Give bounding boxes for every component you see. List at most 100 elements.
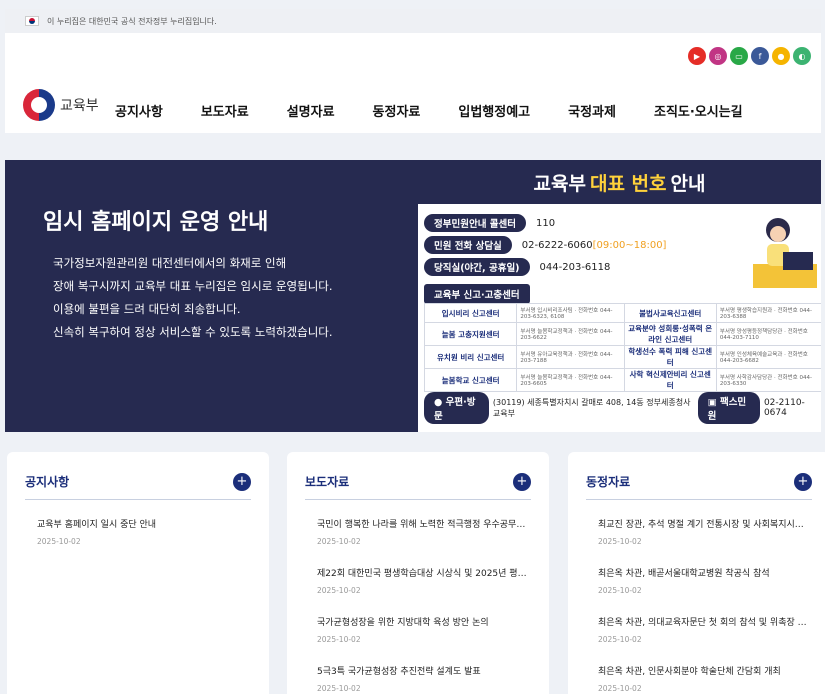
item-title[interactable]: 최은옥 차관, 인문사회분야 학술단체 간담회 개최 xyxy=(598,664,810,677)
report-name: 사학 혁신제안비리 신고센터 xyxy=(623,368,717,392)
list-item[interactable]: 5극3특 국가균형성장 추진전략 설계도 발표 2025-10-02 xyxy=(317,664,529,694)
nav-explanation[interactable]: 설명자료 xyxy=(287,101,335,120)
report-name: 학생선수 폭력 피해 신고센터 xyxy=(623,345,717,369)
info-head-highlight: 대표 번호 xyxy=(589,172,667,195)
banner-desc-line: 신속히 복구하여 정상 서비스할 수 있도록 노력하겠습니다. xyxy=(53,325,333,339)
phone-row: 정부민원안내 콜센터 110 xyxy=(424,212,666,234)
item-title[interactable]: 최은옥 차관, 배곧서울대학교병원 착공식 참석 xyxy=(598,566,810,579)
plus-icon: + xyxy=(236,474,248,489)
main-nav: 공지사항 보도자료 설명자료 동정자료 입법행정예고 국정과제 조직도·오시는길 xyxy=(115,101,781,120)
youtube-icon[interactable]: ▶ xyxy=(688,47,706,65)
press-card: 보도자료 + 국민이 행복한 나라를 위해 노력한 적극행정 우수공무원 선발 … xyxy=(287,452,549,694)
info-panel-header: 교육부 대표 번호 안내 xyxy=(418,160,821,204)
card-header: 동정자료 + xyxy=(586,464,812,500)
report-dept: 부서명 평생학습지원과 · 전화번호 044-203-6388 xyxy=(715,303,821,323)
list-item[interactable]: 최은옥 차관, 의대교육자문단 첫 회의 참석 및 위촉장 수여 2025-10… xyxy=(598,615,810,664)
phone-label: 민원 전화 상담실 xyxy=(424,236,512,254)
item-date: 2025-10-02 xyxy=(598,586,642,595)
card-title: 공지사항 xyxy=(25,475,70,489)
report-name: 늘봄학교 신고센터 xyxy=(423,368,518,392)
call-center-illustration xyxy=(753,218,817,288)
card-title: 동정자료 xyxy=(586,475,631,489)
card-list: 국민이 행복한 나라를 위해 노력한 적극행정 우수공무원 선발 2025-10… xyxy=(317,517,529,694)
gov-notice-text: 이 누리집은 대한민국 공식 전자정부 누리집입니다. xyxy=(47,16,217,26)
list-item[interactable]: 국가균형성장을 위한 지방대학 육성 방안 논의 2025-10-02 xyxy=(317,615,529,664)
banner-desc-line: 장애 복구시까지 교육부 대표 누리집은 임시로 운영됩니다. xyxy=(53,279,333,293)
chat-icon[interactable]: ▭ xyxy=(730,47,748,65)
nav-national-tasks[interactable]: 국정과제 xyxy=(568,101,616,120)
list-item[interactable]: 교육부 홈페이지 일시 중단 안내 2025-10-02 xyxy=(37,517,249,566)
table-row: 유치원 비리 신고센터 부서명 유아교육정책과 · 전화번호 044-203-7… xyxy=(423,345,821,369)
report-dept: 부서명 입시비리조사팀 · 전화번호 044-203-6323, 6108 xyxy=(516,303,625,323)
content-cards: 공지사항 + 교육부 홈페이지 일시 중단 안내 2025-10-02 보도자료… xyxy=(5,452,825,694)
card-list: 교육부 홈페이지 일시 중단 안내 2025-10-02 xyxy=(37,517,249,566)
list-item[interactable]: 최교진 장관, 추석 명절 계기 전통시장 및 사회복지시설 방문 2025-1… xyxy=(598,517,810,566)
table-row: 늘봄 고충지원센터 부서명 늘봄학교정책과 · 전화번호 044-203-662… xyxy=(423,322,821,346)
table-row: 입시비리 신고센터 부서명 입시비리조사팀 · 전화번호 044-203-632… xyxy=(423,303,821,323)
list-item[interactable]: 국민이 행복한 나라를 위해 노력한 적극행정 우수공무원 선발 2025-10… xyxy=(317,517,529,566)
report-dept: 부서명 양성평등정책담당관 · 전화번호 044-203-7110 xyxy=(715,322,821,346)
phone-row: 당직실(야간, 공휴일) 044-203-6118 xyxy=(424,256,666,278)
plus-icon: + xyxy=(797,474,809,489)
item-title[interactable]: 5극3특 국가균형성장 추진전략 설계도 발표 xyxy=(317,664,529,677)
site-logo[interactable]: 교육부 xyxy=(23,89,99,121)
phone-hours: [09:00~18:00] xyxy=(592,239,667,251)
card-title: 보도자료 xyxy=(305,475,350,489)
more-button[interactable]: + xyxy=(233,472,251,491)
report-name: 늘봄 고충지원센터 xyxy=(423,322,518,346)
more-button[interactable]: + xyxy=(794,472,812,491)
more-button[interactable]: + xyxy=(513,472,531,491)
phone-value: 02-6222-6060 xyxy=(521,239,593,251)
item-date: 2025-10-02 xyxy=(317,586,361,595)
banner-desc-line: 이용에 불편을 드려 대단히 죄송합니다. xyxy=(53,302,241,316)
list-item[interactable]: 최은옥 차관, 배곧서울대학교병원 착공식 참석 2025-10-02 xyxy=(598,566,810,615)
gov-notice-bar: 이 누리집은 대한민국 공식 전자정부 누리집입니다. xyxy=(5,9,821,33)
visit-label: ● 우편·방문 xyxy=(424,392,489,424)
info-head-pre: 교육부 xyxy=(533,172,586,195)
nav-press[interactable]: 보도자료 xyxy=(201,101,249,120)
leaf-icon[interactable]: ◐ xyxy=(793,47,811,65)
report-dept: 부서명 사학감사담당관 · 전화번호 044-203-6330 xyxy=(715,368,821,392)
instagram-icon[interactable]: ◎ xyxy=(709,47,727,65)
report-name: 불법사교육신고센터 xyxy=(623,303,717,323)
facebook-icon[interactable]: f xyxy=(751,47,769,65)
visit-address: (30119) 세종특별자치시 갈매로 408, 14동 정부세종청사 교육부 xyxy=(492,398,691,418)
card-header: 공지사항 + xyxy=(25,464,251,500)
banner-title: 임시 홈페이지 운영 안내 xyxy=(43,210,269,235)
card-list: 최교진 장관, 추석 명절 계기 전통시장 및 사회복지시설 방문 2025-1… xyxy=(598,517,810,694)
item-title[interactable]: 최은옥 차관, 의대교육자문단 첫 회의 참석 및 위촉장 수여 xyxy=(598,615,810,628)
nav-legislation[interactable]: 입법행정예고 xyxy=(458,101,530,120)
nav-notice[interactable]: 공지사항 xyxy=(115,101,163,120)
location-pin-icon: ● xyxy=(434,397,446,408)
site-header: ▶ ◎ ▭ f ● ◐ 교육부 공지사항 보도자료 설명자료 동정자료 입법행정… xyxy=(5,33,821,133)
item-date: 2025-10-02 xyxy=(598,635,642,644)
item-title[interactable]: 국가균형성장을 위한 지방대학 육성 방안 논의 xyxy=(317,615,529,628)
list-item[interactable]: 제22회 대한민국 평생학습대상 시상식 및 2025년 평생학습 박람회 20… xyxy=(317,566,529,615)
list-item[interactable]: 최은옥 차관, 인문사회분야 학술단체 간담회 개최 2025-10-02 xyxy=(598,664,810,694)
fax-icon: ▣ xyxy=(707,397,720,408)
report-name: 입시비리 신고센터 xyxy=(423,303,518,323)
logo-text: 교육부 xyxy=(60,98,99,114)
notice-card: 공지사항 + 교육부 홈페이지 일시 중단 안내 2025-10-02 xyxy=(7,452,269,694)
info-head-post: 안내 xyxy=(670,172,706,195)
report-center-table: 입시비리 신고센터 부서명 입시비리조사팀 · 전화번호 044-203-632… xyxy=(423,303,821,392)
phone-label: 정부민원안내 콜센터 xyxy=(424,214,526,232)
item-date: 2025-10-02 xyxy=(598,537,642,546)
item-title[interactable]: 제22회 대한민국 평생학습대상 시상식 및 2025년 평생학습 박람회 xyxy=(317,566,529,579)
nav-organization[interactable]: 조직도·오시는길 xyxy=(654,101,743,120)
nav-activities[interactable]: 동정자료 xyxy=(373,101,421,120)
item-title[interactable]: 교육부 홈페이지 일시 중단 안내 xyxy=(37,517,249,530)
phone-label: 당직실(야간, 공휴일) xyxy=(424,258,530,276)
main-banner: 임시 홈페이지 운영 안내 국가정보자원관리원 대전센터에서의 화재로 인해 장… xyxy=(5,160,821,432)
report-name: 유치원 비리 신고센터 xyxy=(423,345,518,369)
report-dept: 부서명 유아교육정책과 · 전화번호 044-203-7188 xyxy=(516,345,625,369)
item-title[interactable]: 국민이 행복한 나라를 위해 노력한 적극행정 우수공무원 선발 xyxy=(317,517,529,530)
item-title[interactable]: 최교진 장관, 추석 명절 계기 전통시장 및 사회복지시설 방문 xyxy=(598,517,810,530)
korea-flag-icon xyxy=(25,16,39,26)
activities-card: 동정자료 + 최교진 장관, 추석 명절 계기 전통시장 및 사회복지시설 방문… xyxy=(568,452,825,694)
contact-info-panel: 교육부 대표 번호 안내 정부민원안내 콜센터 110 민원 전화 상담실 02… xyxy=(418,160,821,432)
report-dept: 부서명 늘봄학교정책과 · 전화번호 044-203-6605 xyxy=(516,368,625,392)
phone-value: 110 xyxy=(535,217,556,229)
plus-icon: + xyxy=(516,474,528,489)
idea-icon[interactable]: ● xyxy=(772,47,790,65)
